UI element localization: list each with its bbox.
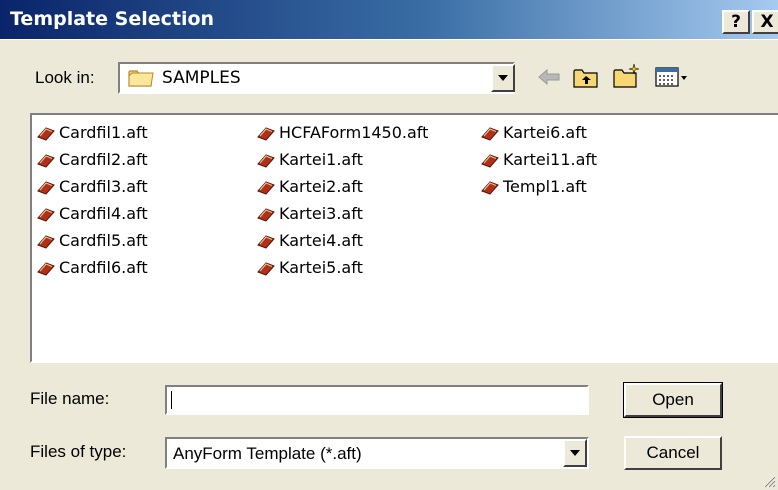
template-file-icon [257,126,275,141]
folder-icon [128,70,154,87]
lookin-value: SAMPLES [162,68,241,88]
file-name: Templ1.aft [503,177,587,196]
file-name: Kartei3.aft [279,204,363,223]
file-name: Kartei5.aft [279,258,363,277]
file-item[interactable]: Templ1.aft [480,173,597,200]
filetype-value: AnyForm Template (*.aft) [173,444,362,463]
file-item[interactable]: Kartei1.aft [256,146,428,173]
new-folder-icon[interactable] [612,62,642,90]
lookin-combo[interactable]: SAMPLES [118,62,515,94]
template-file-icon [257,234,275,249]
template-file-icon [257,180,275,195]
template-file-icon [481,126,499,141]
file-item[interactable]: Kartei5.aft [256,254,428,281]
title-bar[interactable]: Template Selection ? X [0,0,778,40]
file-item[interactable]: Cardfil2.aft [36,146,148,173]
help-button[interactable]: ? [722,10,750,34]
file-item[interactable]: Kartei4.aft [256,227,428,254]
chevron-down-icon [570,450,580,456]
template-file-icon [481,153,499,168]
file-name: Kartei11.aft [503,150,598,169]
file-column-1: Cardfil1.aft Cardfil2.aft Cardfil3.aft C… [36,119,148,281]
template-file-icon [37,207,55,222]
file-name: Kartei4.aft [279,231,363,250]
file-name: Kartei2.aft [279,177,363,196]
template-file-icon [257,261,275,276]
file-item[interactable]: Cardfil4.aft [36,200,148,227]
file-item[interactable]: Kartei2.aft [256,173,428,200]
up-one-level-icon[interactable] [572,66,600,90]
file-item[interactable]: Kartei6.aft [480,119,597,146]
file-item[interactable]: Kartei11.aft [480,146,597,173]
template-file-icon [37,261,55,276]
view-menu-icon[interactable] [654,66,690,88]
chevron-down-icon [498,75,508,81]
file-name: Cardfil4.aft [59,204,148,223]
template-file-icon [37,180,55,195]
window-title: Template Selection [10,8,215,30]
file-column-3: Kartei6.aft Kartei11.aft Templ1.aft [480,119,597,200]
filetype-dropdown-button[interactable] [563,439,587,467]
filename-label: File name: [30,389,110,408]
lookin-dropdown-button[interactable] [491,64,515,92]
file-item[interactable]: Cardfil3.aft [36,173,148,200]
template-file-icon [37,234,55,249]
file-name: HCFAForm1450.aft [279,123,429,142]
resize-grip-icon[interactable] [762,474,776,488]
back-arrow-icon[interactable] [536,66,562,88]
file-item[interactable]: Cardfil5.aft [36,227,148,254]
open-button[interactable]: Open [623,382,723,418]
template-file-icon [37,153,55,168]
file-name: Cardfil6.aft [59,258,148,277]
file-name: Cardfil3.aft [59,177,148,196]
file-name: Cardfil1.aft [59,123,148,142]
lookin-label: Look in: [35,68,95,87]
file-list[interactable]: Cardfil1.aft Cardfil2.aft Cardfil3.aft C… [30,113,778,363]
template-file-icon [37,126,55,141]
filetype-combo[interactable]: AnyForm Template (*.aft) [165,437,589,469]
file-name: Cardfil5.aft [59,231,148,250]
filename-input[interactable] [165,385,589,415]
close-button[interactable]: X [752,10,778,34]
template-file-icon [257,153,275,168]
template-file-icon [481,180,499,195]
file-item[interactable]: Cardfil6.aft [36,254,148,281]
file-item[interactable]: HCFAForm1450.aft [256,119,428,146]
file-name: Kartei6.aft [503,123,587,142]
file-item[interactable]: Cardfil1.aft [36,119,148,146]
file-item[interactable]: Kartei3.aft [256,200,428,227]
text-caret [171,391,172,409]
file-column-2: HCFAForm1450.aft Kartei1.aft Kartei2.aft… [256,119,428,281]
file-name: Kartei1.aft [279,150,363,169]
filetype-label: Files of type: [30,442,127,461]
cancel-button[interactable]: Cancel [624,436,722,470]
file-name: Cardfil2.aft [59,150,148,169]
template-file-icon [257,207,275,222]
